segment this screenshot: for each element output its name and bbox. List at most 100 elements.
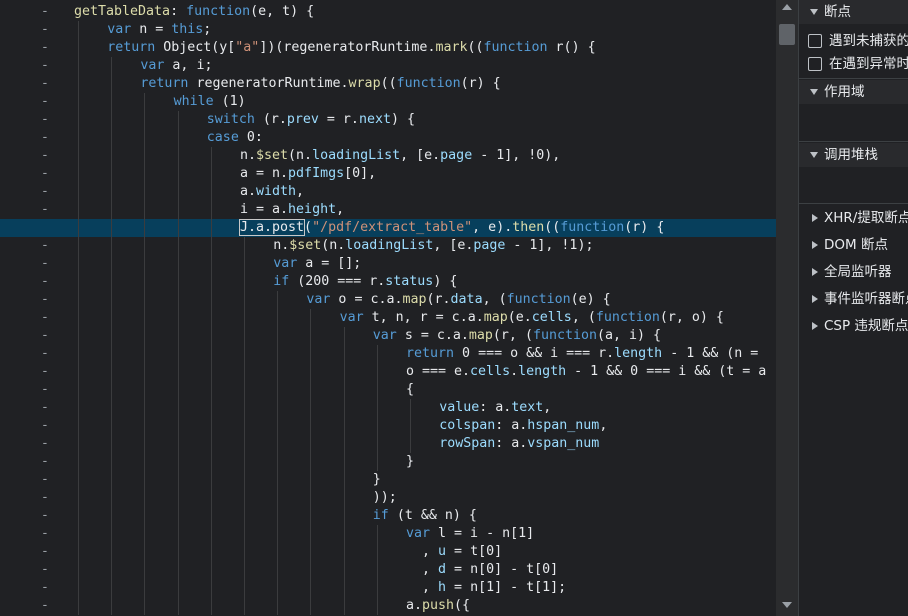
indent-guide [111,435,113,453]
indent-guide [244,507,245,525]
code-line[interactable]: var o = c.a.map(r.data, (function(e) { [0,291,776,309]
code-token: , ( [482,292,507,307]
code-line[interactable]: i = a.height, [0,201,776,219]
code-token: o = c.a. [330,292,403,307]
dom-breakpoints-section[interactable]: DOM 断点 [799,233,908,257]
code-line[interactable]: if (t && n) { [0,507,776,525]
global-listeners-section[interactable]: 全局监听器 [799,260,908,284]
code-area[interactable]: getTableData: function(e, t) {var n = th… [0,0,776,616]
code-line[interactable]: o === e.cells.length - 1 && 0 === i && (… [0,363,776,381]
code-line-text: a.push({ [406,597,470,615]
pause-on-uncaught-exceptions-option[interactable]: 遇到未捕获的异常时暂停 [799,30,908,52]
code-line[interactable]: { [0,381,776,399]
indent-guide [210,237,212,255]
code-line[interactable]: if (200 === r.status) { [0,273,776,291]
code-line[interactable]: n.$set(n.loadingList, [e.page - 1], !0), [0,147,776,165]
indent-guide [78,111,79,129]
code-token: n. [273,238,290,253]
indent-guide [244,453,245,471]
code-line[interactable]: } [0,453,776,471]
indent-guide [210,597,212,615]
call-stack-section-header[interactable]: 调用堆栈 [799,143,908,167]
indent-guide [177,183,179,201]
code-line[interactable]: colspan: a.hspan_num, [0,417,776,435]
code-token: - 1], !0), [472,148,561,163]
xhr-breakpoints-section[interactable]: XHR/提取断点 [799,206,908,230]
code-line[interactable]: )); [0,489,776,507]
code-token: t, n, r = c.a. [363,310,484,325]
expand-caret-icon[interactable] [810,9,818,15]
code-line[interactable]: a = n.pdfImgs[0], [0,165,776,183]
indent-guide [111,93,113,111]
indent-guide [244,579,245,597]
indent-guide [277,471,279,489]
code-line[interactable]: var l = i - n[1] [0,525,776,543]
code-line[interactable]: var a = []; [0,255,776,273]
code-line[interactable]: } [0,471,776,489]
code-line[interactable]: var s = c.a.map(r, (function(a, i) { [0,327,776,345]
collapsed-caret-icon[interactable] [812,322,818,330]
code-line[interactable]: return Object(y["a"])(regeneratorRuntime… [0,39,776,57]
expand-caret-icon[interactable] [810,89,818,95]
code-line[interactable]: , d = n[0] - t[0] [0,561,776,579]
indent-guide [111,291,113,309]
code-token: } [372,472,381,487]
indent-guide [144,489,146,507]
indent-guide [78,399,79,417]
code-line[interactable]: , h = n[1] - t[1]; [0,579,776,597]
code-token: rowSpan [439,436,496,451]
expand-caret-icon[interactable] [810,152,818,158]
indent-guide [78,543,79,561]
code-token: )); [372,490,397,505]
code-line[interactable]: a.width, [0,183,776,201]
indent-guide [210,201,212,219]
code-line[interactable]: switch (r.prev = r.next) { [0,111,776,129]
scroll-up-arrow-icon[interactable] [782,4,792,10]
code-line[interactable]: a.push({ [0,597,776,615]
pause-on-caught-exceptions-option[interactable]: 在遇到异常时暂停 [799,53,908,75]
pause-on-uncaught-exceptions-checkbox[interactable] [808,34,822,48]
code-token: push [422,598,455,613]
code-token: var [339,310,364,325]
indent-guide [310,417,312,435]
code-token: loadingList [312,148,401,163]
scroll-down-arrow-icon[interactable] [782,602,792,608]
xhr-breakpoints-title: XHR/提取断点 [824,210,908,226]
indent-guide [78,165,79,183]
code-line[interactable]: return regeneratorRuntime.wrap((function… [0,75,776,93]
code-line[interactable]: value: a.text, [0,399,776,417]
collapsed-caret-icon[interactable] [812,268,818,276]
editor-scrollbar[interactable] [776,0,798,616]
code-line-paused[interactable]: J.a.post("/pdf/extract_table", e).then((… [0,219,776,237]
code-line[interactable]: getTableData: function(e, t) { [0,3,776,21]
indent-guide [78,237,79,255]
breakpoints-section-header[interactable]: 断点 [799,0,908,24]
indent-guide [111,417,113,435]
csp-violation-breakpoints-section[interactable]: CSP 违规断点 [799,314,908,338]
indent-guide [310,489,312,507]
collapsed-caret-icon[interactable] [812,214,818,222]
code-line[interactable]: case 0: [0,129,776,147]
code-line[interactable]: , u = t[0] [0,543,776,561]
code-line[interactable]: var a, i; [0,57,776,75]
scroll-thumb[interactable] [779,24,795,45]
indent-guide [210,219,212,237]
code-line[interactable]: n.$set(n.loadingList, [e.page - 1], !1); [0,237,776,255]
indent-guide [244,543,245,561]
source-editor[interactable]: ---------------------------------- getTa… [0,0,776,616]
code-line[interactable]: var t, n, r = c.a.map(e.cells, (function… [0,309,776,327]
scope-section-header[interactable]: 作用域 [799,80,908,104]
indent-guide [210,291,212,309]
event-listener-breakpoints-section[interactable]: 事件监听器断点 [799,287,908,311]
code-token: (e, t) { [250,4,315,19]
code-line[interactable]: while (1) [0,93,776,111]
collapsed-caret-icon[interactable] [812,295,818,303]
collapsed-caret-icon[interactable] [812,241,818,249]
code-line[interactable]: var n = this; [0,21,776,39]
pause-on-caught-exceptions-checkbox[interactable] [808,57,822,71]
indent-guide [111,489,113,507]
code-line[interactable]: return 0 === o && i === r.length - 1 && … [0,345,776,363]
indent-guide [111,309,113,327]
code-line-text: } [373,471,381,489]
code-line[interactable]: rowSpan: a.vspan_num [0,435,776,453]
